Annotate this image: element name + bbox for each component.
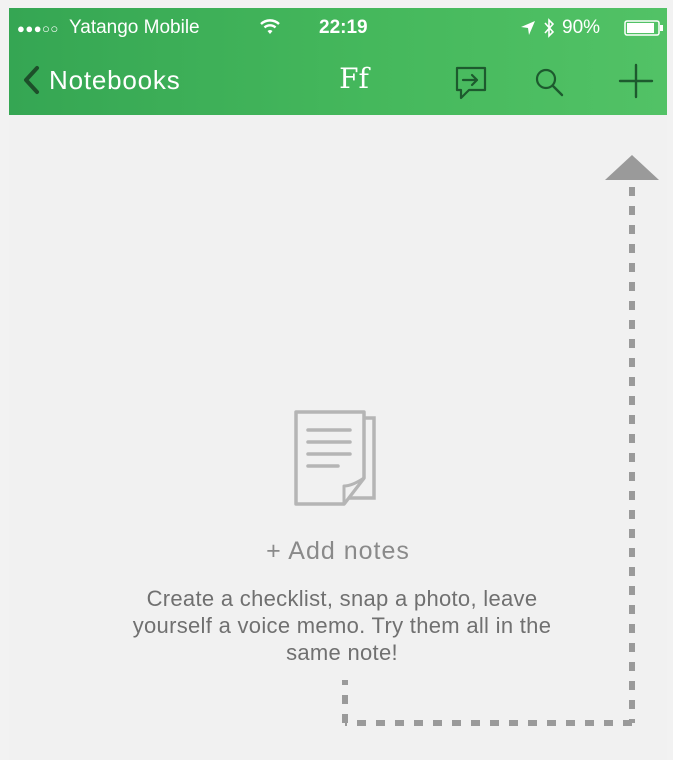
wifi-icon xyxy=(260,19,280,34)
carrier-name: Yatango Mobile xyxy=(69,17,200,38)
status-bar: ●●●○○ Yatango Mobile 22:19 90% xyxy=(9,8,667,48)
add-notes-button[interactable]: + Add notes xyxy=(9,537,667,566)
app-header: ●●●○○ Yatango Mobile 22:19 90% Notebooks… xyxy=(9,8,667,115)
back-button-label: Notebooks xyxy=(49,64,181,95)
chevron-left-icon xyxy=(24,66,39,94)
notebook-title: Ff xyxy=(339,62,369,95)
navigation-bar: Notebooks Ff xyxy=(9,48,667,115)
location-arrow-icon xyxy=(521,21,535,35)
status-time: 22:19 xyxy=(319,17,368,38)
share-notebook-icon[interactable] xyxy=(449,60,493,104)
empty-state-description: Create a checklist, snap a photo, leave … xyxy=(132,586,552,665)
bluetooth-icon xyxy=(544,18,555,38)
add-note-icon[interactable] xyxy=(617,62,655,100)
signal-strength: ●●●○○ xyxy=(17,21,59,36)
battery-icon xyxy=(624,20,663,36)
battery-percentage: 90% xyxy=(562,17,601,38)
search-icon[interactable] xyxy=(533,66,565,98)
back-button[interactable]: Notebooks xyxy=(21,60,181,100)
notes-list-empty: + Add notes Create a checklist, snap a p… xyxy=(9,115,667,760)
notes-placeholder-icon xyxy=(294,410,376,506)
